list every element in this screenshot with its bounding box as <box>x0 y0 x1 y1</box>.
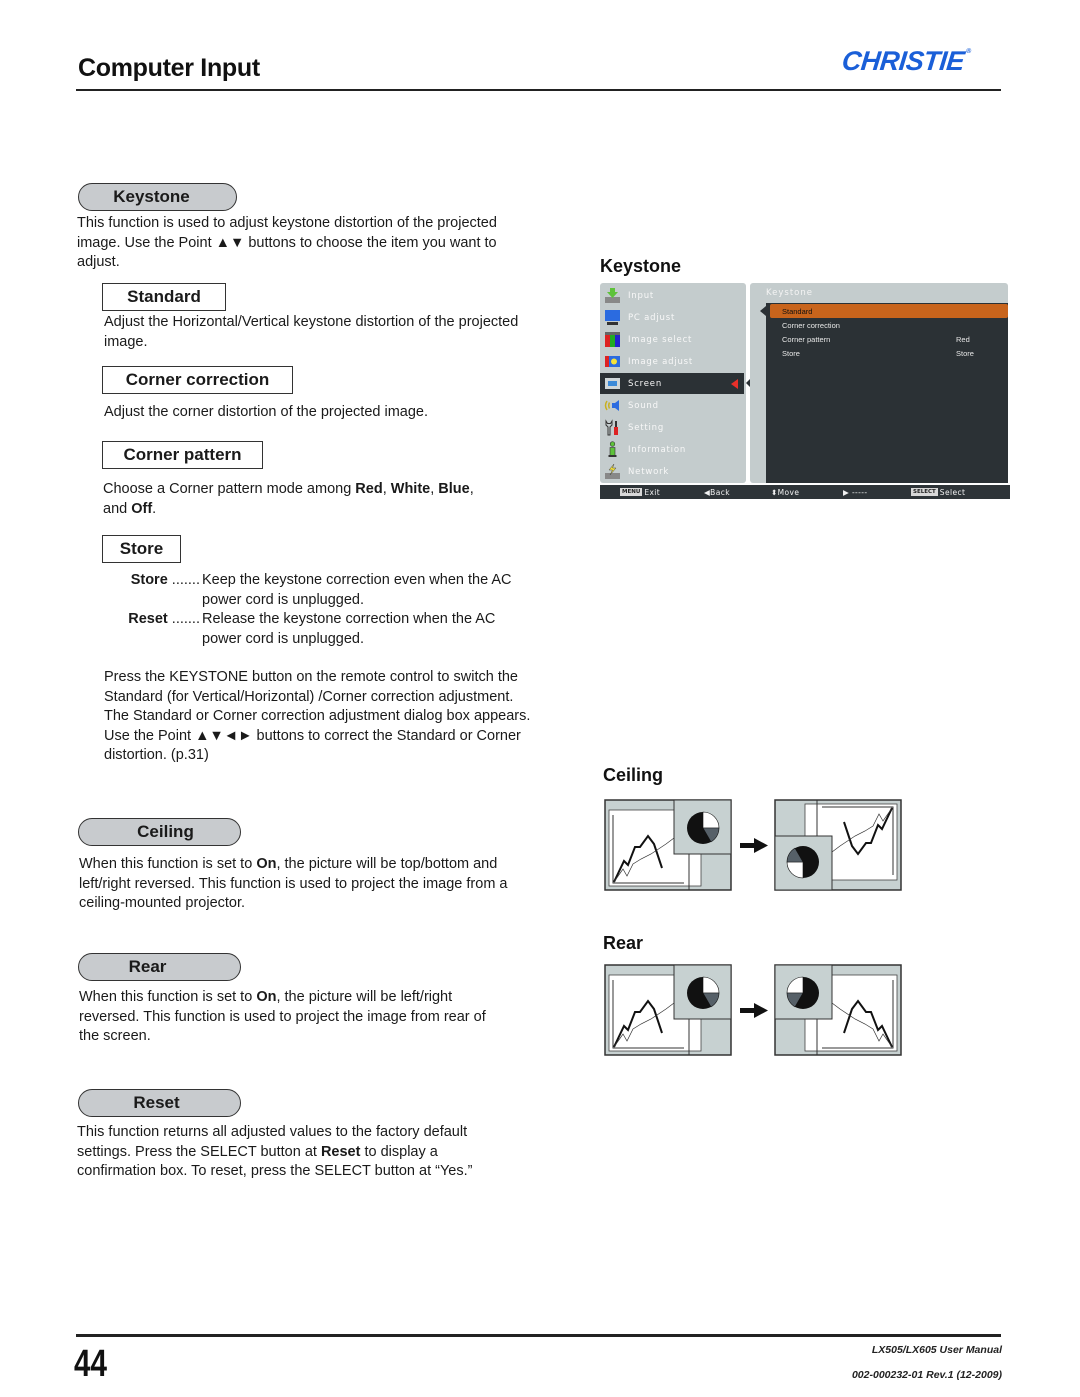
option-white: White <box>390 481 431 497</box>
page-number: 44 <box>74 1343 107 1385</box>
osd-right-hint: ▶ ----- <box>843 487 868 497</box>
option-red: Red <box>355 481 383 497</box>
information-icon <box>603 441 621 458</box>
rear-after-image <box>774 964 902 1056</box>
standard-heading: Standard <box>102 283 226 311</box>
osd-select-hint[interactable]: SELECT Select <box>911 488 965 497</box>
header-divider <box>76 89 1001 91</box>
osd-back-hint[interactable]: ◀Back <box>704 488 730 497</box>
rear-diagram-title: Rear <box>603 933 644 953</box>
rear-heading: Rear <box>78 953 241 981</box>
keystone-note: Press the KEYSTONE button on the remote … <box>104 669 531 763</box>
option-off: Off <box>131 500 153 517</box>
corner-pattern-description: Choose a Corner pattern mode among Red, … <box>103 481 474 517</box>
christie-logo: CHRISTIE® <box>840 46 971 77</box>
osd-menu-item-image-adjust[interactable]: Image adjust <box>600 351 746 372</box>
osd-submenu-item-standard[interactable]: Standard <box>770 304 1008 318</box>
store-definition-store: Store ....... Keep the keystone correcti… <box>130 572 512 608</box>
standard-description: Adjust the Horizontal/Vertical keystone … <box>104 314 519 350</box>
osd-submenu-item-store[interactable]: Store Store <box>770 346 1008 360</box>
osd-menu-item-screen[interactable]: Screen <box>600 373 744 394</box>
keystone-heading: Keystone <box>78 183 237 211</box>
osd-submenu-title: Keystone <box>766 288 813 298</box>
osd-caption: Keystone <box>600 256 682 276</box>
rear-description: When this function is set to On, the pic… <box>79 989 486 1044</box>
registered-mark: ® <box>965 48 972 55</box>
reset-heading: Reset <box>78 1089 241 1117</box>
osd-menu-item-image-select[interactable]: Image select <box>600 329 746 350</box>
ceiling-description: When this function is set to On, the pic… <box>79 856 508 911</box>
pie-chart-icon <box>687 811 720 844</box>
right-arrow-icon <box>740 838 768 853</box>
pc-adjust-icon <box>603 309 621 326</box>
osd-menu: Input PC adjust Image select Image adjus… <box>600 283 1010 500</box>
ceiling-diagram <box>604 799 902 891</box>
osd-footer-bar: MENU Exit ◀Back ⬍Move ▶ ----- SELECT Selec… <box>600 485 1010 499</box>
ceiling-before-image <box>604 799 732 891</box>
reset-description: This function returns all adjusted value… <box>77 1124 473 1179</box>
store-heading: Store <box>102 535 181 563</box>
footer-divider <box>76 1334 1001 1337</box>
ceiling-after-image <box>774 799 902 891</box>
screen-icon <box>603 375 621 392</box>
keystone-intro: This function is used to adjust keystone… <box>77 215 497 270</box>
image-adjust-icon <box>603 353 621 370</box>
osd-submenu-item-corner-pattern[interactable]: Corner pattern Red <box>770 332 1008 346</box>
sound-icon <box>603 397 621 414</box>
submenu-pointer-icon <box>760 306 766 316</box>
ceiling-diagram-title: Ceiling <box>603 765 664 785</box>
right-arrow-icon <box>740 1003 768 1018</box>
setting-icon <box>603 419 621 436</box>
pie-chart-icon <box>687 976 720 1009</box>
ceiling-heading: Ceiling <box>78 818 241 846</box>
store-definitions: Store ....... Keep the keystone correcti… <box>104 571 564 649</box>
menu-key-icon: MENU <box>620 488 643 496</box>
corner-pattern-value: Red <box>956 334 970 344</box>
osd-menu-item-input[interactable]: Input <box>600 285 746 306</box>
input-icon <box>603 287 621 304</box>
osd-main-menu: Input PC adjust Image select Image adjus… <box>600 283 746 483</box>
osd-move-hint: ⬍Move <box>771 487 800 497</box>
store-value: Store <box>956 348 974 358</box>
osd-menu-item-setting[interactable]: Setting <box>600 417 746 438</box>
selected-pointer-icon <box>731 378 738 389</box>
page-title: Computer Input <box>78 54 260 82</box>
corner-correction-description: Adjust the corner distortion of the proj… <box>104 404 429 420</box>
store-definition-reset: Reset ....... Release the keystone corre… <box>128 611 496 647</box>
document-number: 002-000232-01 Rev.1 (12-2009) <box>851 1369 1002 1381</box>
osd-exit-hint[interactable]: MENU Exit <box>620 488 660 497</box>
select-key-icon: SELECT <box>911 488 938 496</box>
pie-chart-icon <box>786 976 819 1009</box>
rear-before-image <box>604 964 732 1056</box>
manual-title: LX505/LX605 User Manual <box>871 1344 1002 1356</box>
osd-menu-item-network[interactable]: Network <box>600 461 746 482</box>
option-blue: Blue <box>438 481 470 497</box>
network-icon <box>603 463 621 480</box>
rear-diagram <box>604 964 902 1056</box>
osd-submenu-item-corner-correction[interactable]: Corner correction <box>770 318 1008 332</box>
pie-chart-icon <box>786 846 819 879</box>
corner-pattern-heading: Corner pattern <box>102 441 263 469</box>
osd-menu-item-sound[interactable]: Sound <box>600 395 746 416</box>
image-select-icon <box>603 331 621 348</box>
corner-correction-heading: Corner correction <box>102 366 293 394</box>
brand-name: CHRISTIE <box>840 46 966 76</box>
osd-menu-item-pc-adjust[interactable]: PC adjust <box>600 307 746 328</box>
osd-menu-item-information[interactable]: Information <box>600 439 746 460</box>
